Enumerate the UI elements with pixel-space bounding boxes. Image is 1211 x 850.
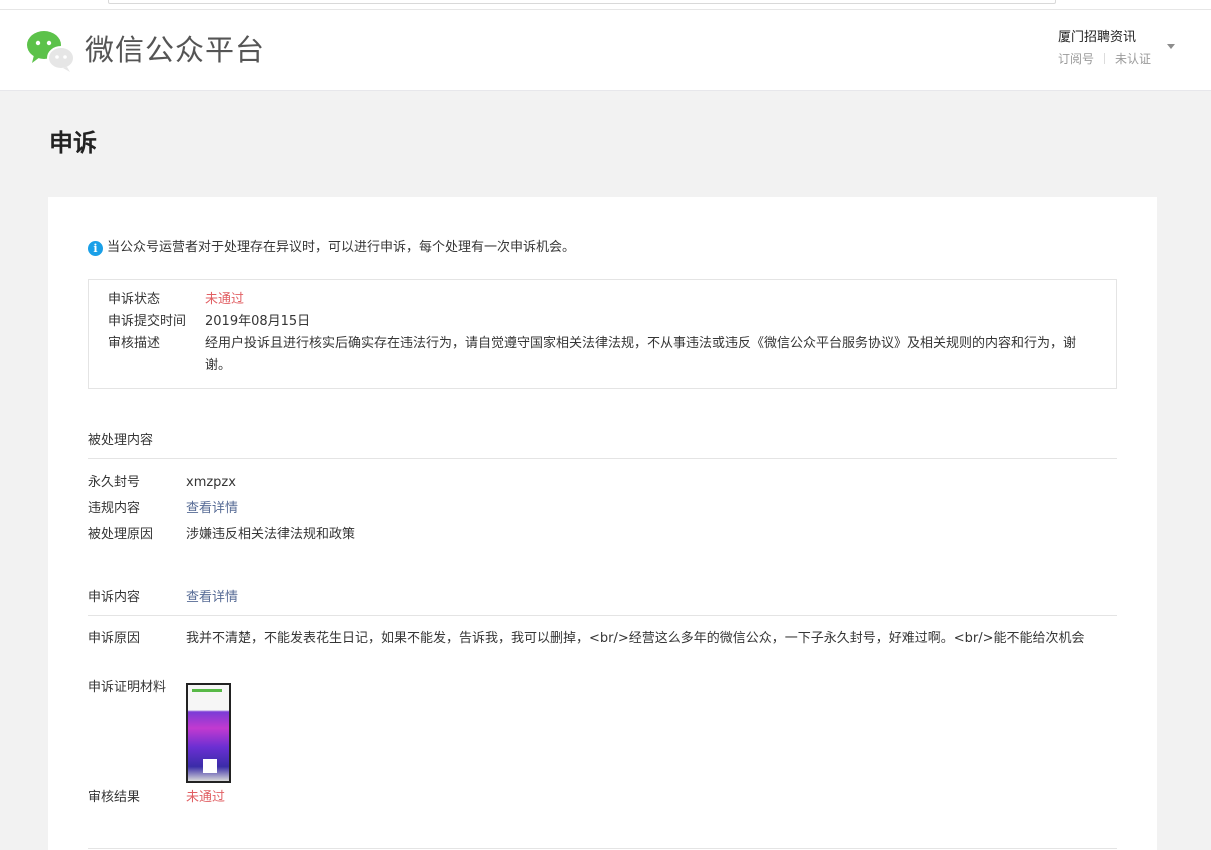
review-desc-label: 审核描述 <box>108 336 161 351</box>
submit-time-label: 申诉提交时间 <box>108 314 187 329</box>
appeal-details-link[interactable]: 查看详情 <box>186 588 238 608</box>
caret-down-icon[interactable] <box>1167 44 1175 49</box>
evidence-thumbnail[interactable] <box>186 683 231 783</box>
submit-time-row: 申诉提交时间 2019年08月15日 <box>108 311 1097 333</box>
result-value: 未通过 <box>186 790 226 805</box>
violation-row: 违规内容 查看详情 <box>88 498 1117 520</box>
ban-row: 永久封号 xmzpzx <box>88 472 1117 494</box>
processed-section-title: 被处理内容 <box>88 433 154 448</box>
result-label: 审核结果 <box>88 790 141 805</box>
browser-top-strip <box>0 0 1211 10</box>
processed-reason-value: 涉嫌违反相关法律法规和政策 <box>186 527 356 542</box>
status-value: 未通过 <box>205 292 245 307</box>
appeal-card: i 当公众号运营者对于处理存在异议时，可以进行申诉，每个处理有一次申诉机会。 申… <box>48 197 1157 850</box>
appeal-status-box: 申诉状态 未通过 申诉提交时间 2019年08月15日 审核描述 经用户投诉且进… <box>88 279 1117 389</box>
status-label: 申诉状态 <box>108 292 161 307</box>
page-title: 申诉 <box>49 129 97 157</box>
appeal-reason-label: 申诉原因 <box>88 631 141 646</box>
status-row: 申诉状态 未通过 <box>108 289 1097 311</box>
bottom-divider <box>88 848 1117 849</box>
ban-account-id: xmzpzx <box>186 475 236 490</box>
tip-text: 当公众号运营者对于处理存在异议时，可以进行申诉，每个处理有一次申诉机会。 <box>107 240 576 255</box>
reason-row: 被处理原因 涉嫌违反相关法律法规和政策 <box>88 524 1117 546</box>
evidence-row: 申诉证明材料 <box>88 677 1117 783</box>
appeal-reason-row: 申诉原因 我并不清楚，不能发表花生日记，如果不能发，告诉我，我可以删掉，<br/… <box>88 628 1117 650</box>
address-bar-edge <box>108 0 1056 4</box>
account-type: 订阅号 <box>1058 52 1095 66</box>
platform-title[interactable]: 微信公众平台 <box>85 32 265 68</box>
review-desc-value: 经用户投诉且进行核实后确实存在违法行为，请自觉遵守国家相关法律法规，不从事违法或… <box>205 336 1077 373</box>
submit-time-value: 2019年08月15日 <box>205 314 311 329</box>
evidence-label: 申诉证明材料 <box>88 680 167 695</box>
violation-label: 违规内容 <box>88 501 141 516</box>
processed-reason-label: 被处理原因 <box>88 527 154 542</box>
appeal-section-label: 申诉内容 <box>88 590 141 605</box>
meta-divider <box>1104 53 1106 64</box>
account-verify-status: 未认证 <box>1115 52 1152 66</box>
appeal-reason-value: 我并不清楚，不能发表花生日记，如果不能发，告诉我，我可以删掉，<br/>经营这么… <box>186 631 1085 646</box>
processed-section-header: 被处理内容 <box>88 431 1117 459</box>
result-row: 审核结果 未通过 <box>88 787 1117 809</box>
appeal-section-header: 申诉内容 查看详情 <box>88 588 1117 616</box>
violation-details-link[interactable]: 查看详情 <box>186 498 1117 520</box>
ban-label: 永久封号 <box>88 475 141 490</box>
info-icon: i <box>88 240 103 256</box>
review-desc-row: 审核描述 经用户投诉且进行核实后确实存在违法行为，请自觉遵守国家相关法律法规，不… <box>108 333 1097 377</box>
account-menu[interactable]: 厦门招聘资讯 订阅号 未认证 <box>1058 29 1188 67</box>
evidence-container <box>186 677 1117 783</box>
wechat-logo-icon[interactable] <box>26 28 76 72</box>
header: 微信公众平台 厦门招聘资讯 订阅号 未认证 <box>0 10 1211 91</box>
appeal-tip: i 当公众号运营者对于处理存在异议时，可以进行申诉，每个处理有一次申诉机会。 <box>88 238 575 258</box>
account-meta: 订阅号 未认证 <box>1058 51 1188 67</box>
